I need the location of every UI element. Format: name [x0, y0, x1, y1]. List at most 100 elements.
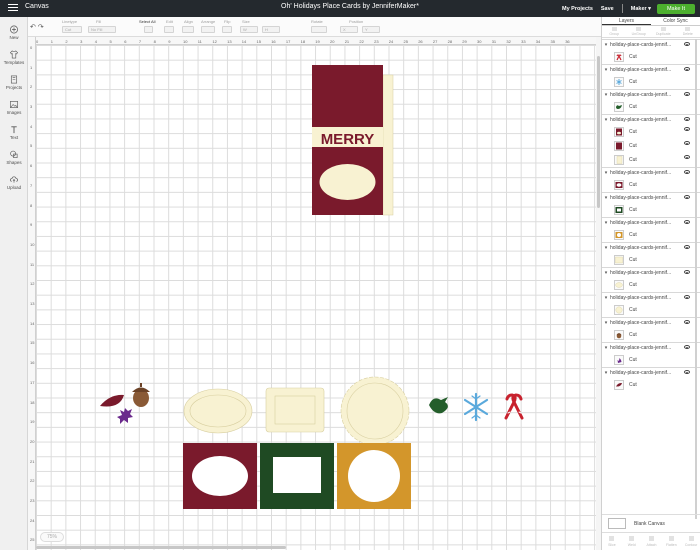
nav-projects[interactable]: Projects	[0, 75, 28, 90]
bird-shape[interactable]	[429, 397, 448, 414]
delete-button[interactable]: Delete	[676, 26, 700, 37]
layer-item[interactable]: Cut	[602, 378, 700, 392]
layer-item[interactable]: Cut	[602, 303, 700, 317]
fill-select[interactable]: No Fill	[88, 26, 116, 33]
eye-icon[interactable]	[684, 295, 690, 299]
weld-button[interactable]: Weld	[622, 533, 642, 550]
edit-button[interactable]	[164, 26, 174, 33]
layer-item[interactable]: Cut	[602, 203, 700, 217]
select-all-label[interactable]: Select All	[139, 19, 155, 24]
layer-group[interactable]: ▾ holiday-place-cards-jennif...	[602, 317, 700, 328]
eye-icon[interactable]	[684, 370, 690, 374]
caret-down-icon[interactable]: ▾	[602, 67, 610, 73]
layer-item[interactable]: Cut	[602, 125, 700, 139]
arrange-button[interactable]	[201, 26, 215, 33]
blank-canvas-row[interactable]: Blank Canvas	[602, 514, 700, 532]
my-projects-link[interactable]: My Projects	[562, 6, 593, 12]
nav-upload[interactable]: Upload	[0, 175, 28, 190]
caret-down-icon[interactable]: ▾	[602, 370, 610, 376]
blank-canvas-swatch[interactable]	[608, 518, 626, 529]
save-button[interactable]: Save	[601, 6, 614, 12]
eye-icon[interactable]	[684, 220, 690, 224]
y-field[interactable]: Y	[362, 26, 380, 33]
eye-icon[interactable]	[684, 155, 690, 159]
layer-item[interactable]: Cut	[602, 228, 700, 242]
eye-icon[interactable]	[684, 127, 690, 131]
place-card-preview[interactable]: MERRY	[312, 65, 394, 216]
caret-down-icon[interactable]: ▾	[602, 117, 610, 123]
vertical-scrollbar[interactable]	[597, 56, 600, 208]
group-button[interactable]: Group	[602, 26, 627, 37]
eye-icon[interactable]	[684, 170, 690, 174]
design-canvas[interactable]: MERRY	[28, 37, 596, 550]
layer-group[interactable]: ▾ holiday-place-cards-jennif...	[602, 89, 700, 100]
eye-icon[interactable]	[684, 42, 690, 46]
scalloped-circle-frame-shape[interactable]	[340, 376, 410, 446]
attach-button[interactable]: Attach	[642, 533, 662, 550]
oval-frame-shape[interactable]	[183, 388, 253, 434]
layer-item[interactable]: Cut	[602, 353, 700, 367]
caret-down-icon[interactable]: ▾	[602, 220, 610, 226]
redo-icon[interactable]: ↷	[38, 24, 44, 31]
layer-group[interactable]: ▾ holiday-place-cards-jennif...	[602, 192, 700, 203]
make-it-button[interactable]: Make It	[656, 3, 695, 14]
layer-item[interactable]: Cut	[602, 328, 700, 342]
layer-item[interactable]: Cut	[602, 278, 700, 292]
layer-group[interactable]: ▾ holiday-place-cards-jennif...	[602, 367, 700, 378]
caret-down-icon[interactable]: ▾	[602, 320, 610, 326]
layer-group[interactable]: ▾ holiday-place-cards-jennif...	[602, 39, 700, 50]
layer-group[interactable]: ▾ holiday-place-cards-jennif...	[602, 217, 700, 228]
eye-icon[interactable]	[684, 345, 690, 349]
green-rect-base-shape[interactable]	[260, 443, 334, 509]
nav-new[interactable]: New	[0, 25, 28, 40]
menu-icon[interactable]	[8, 4, 18, 12]
linetype-select[interactable]: Cut	[62, 26, 82, 33]
layer-item[interactable]: Cut	[602, 139, 700, 153]
horizontal-scrollbar[interactable]	[36, 546, 286, 549]
caret-down-icon[interactable]: ▾	[602, 270, 610, 276]
eye-icon[interactable]	[684, 141, 690, 145]
tab-layers[interactable]: Layers	[602, 17, 651, 25]
caret-down-icon[interactable]: ▾	[602, 245, 610, 251]
layer-group[interactable]: ▾ holiday-place-cards-jennif...	[602, 267, 700, 278]
caret-down-icon[interactable]: ▾	[602, 170, 610, 176]
mustard-circle-base-shape[interactable]	[337, 443, 411, 509]
candy-cane-shape[interactable]	[504, 393, 524, 420]
eye-icon[interactable]	[684, 92, 690, 96]
leaf-shape[interactable]	[100, 394, 124, 407]
flip-button[interactable]	[222, 26, 232, 33]
caret-down-icon[interactable]: ▾	[602, 42, 610, 48]
x-field[interactable]: X	[340, 26, 358, 33]
tab-color-sync[interactable]: Color Sync	[651, 17, 700, 25]
nav-text[interactable]: Text	[0, 125, 28, 140]
layers-scrollbar[interactable]	[695, 39, 697, 519]
layer-item[interactable]: Cut	[602, 178, 700, 192]
layer-group[interactable]: ▾ holiday-place-cards-jennif...	[602, 242, 700, 253]
layer-item[interactable]: Cut	[602, 253, 700, 267]
nav-shapes[interactable]: Shapes	[0, 150, 28, 165]
contour-button[interactable]: Contour	[681, 533, 700, 550]
layer-item[interactable]: Cut	[602, 75, 700, 89]
duplicate-button[interactable]: Duplicate	[651, 26, 676, 37]
height-field[interactable]: H	[262, 26, 280, 33]
layer-item[interactable]: Cut	[602, 153, 700, 167]
snowflake-shape[interactable]	[463, 392, 489, 422]
layer-group[interactable]: ▾ holiday-place-cards-jennif...	[602, 64, 700, 75]
flatten-button[interactable]: Flatten	[661, 533, 681, 550]
undo-icon[interactable]: ↶	[30, 24, 36, 31]
nav-images[interactable]: Images	[0, 100, 28, 115]
eye-icon[interactable]	[684, 195, 690, 199]
caret-down-icon[interactable]: ▾	[602, 295, 610, 301]
eye-icon[interactable]	[684, 245, 690, 249]
layer-group[interactable]: ▾ holiday-place-cards-jennif...	[602, 292, 700, 303]
acorn-shape[interactable]	[132, 383, 150, 407]
slice-button[interactable]: Slice	[602, 533, 622, 550]
caret-down-icon[interactable]: ▾	[602, 195, 610, 201]
layer-group[interactable]: ▾ holiday-place-cards-jennif...	[602, 114, 700, 125]
eye-icon[interactable]	[684, 67, 690, 71]
oak-leaf-shape[interactable]	[117, 408, 133, 424]
layer-item[interactable]: Cut	[602, 50, 700, 64]
nav-templates[interactable]: Templates	[0, 50, 28, 65]
rect-frame-shape[interactable]	[265, 387, 325, 433]
layer-group[interactable]: ▾ holiday-place-cards-jennif...	[602, 342, 700, 353]
